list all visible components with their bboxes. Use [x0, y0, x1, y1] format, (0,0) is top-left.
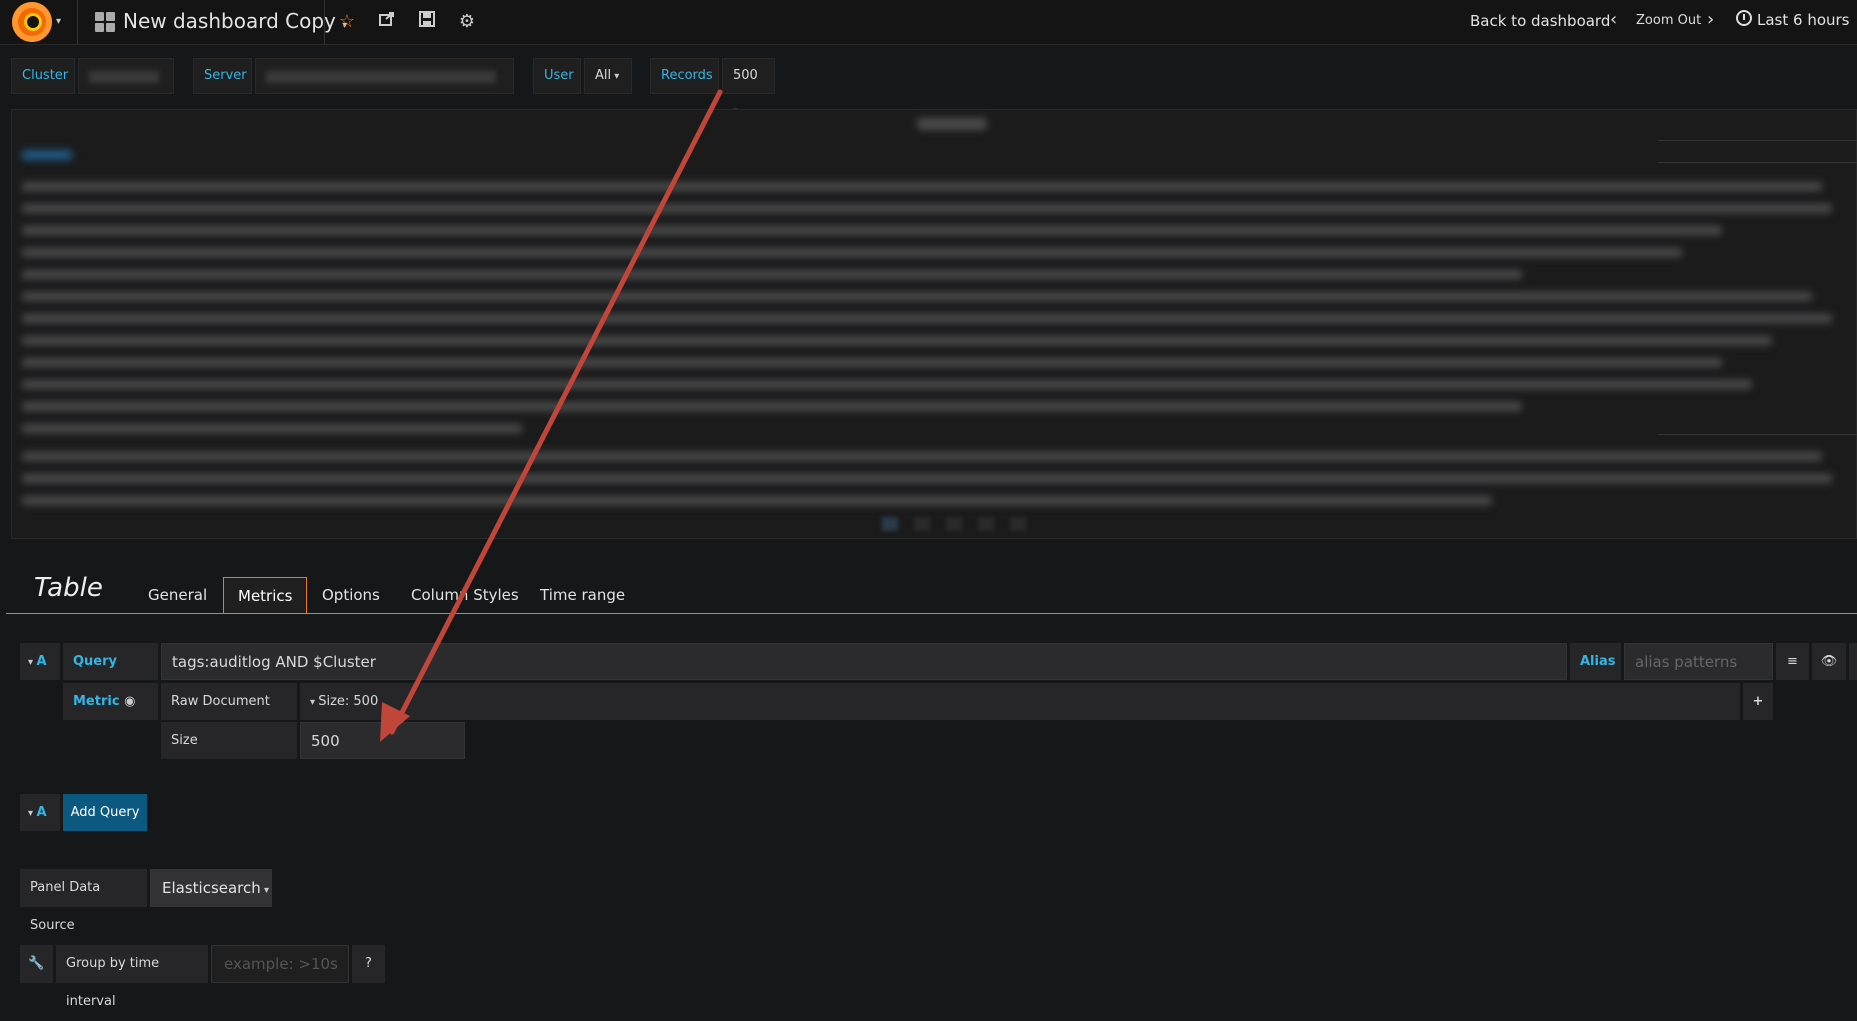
annotation-arrow	[380, 89, 723, 742]
